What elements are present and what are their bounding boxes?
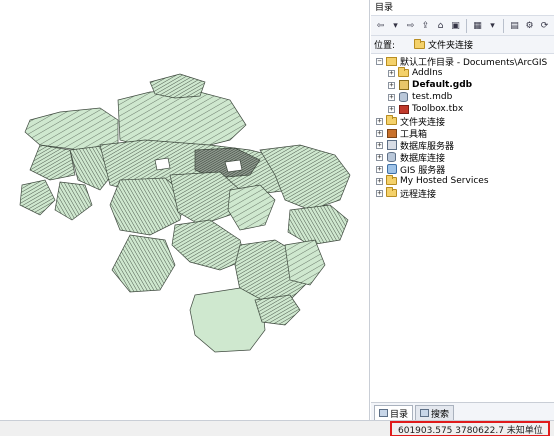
options-icon[interactable]: ⚙	[523, 19, 536, 32]
toolbox-icon	[386, 128, 397, 138]
expand-icon[interactable]: +	[388, 93, 395, 101]
gis-server-icon	[386, 164, 397, 174]
database-connection-icon	[386, 152, 397, 162]
tree-item-dbservers[interactable]: + 数据库服务器	[371, 139, 554, 152]
expand-icon[interactable]: +	[376, 177, 383, 185]
new-folder-icon[interactable]: ▤	[508, 19, 521, 32]
folder-connection-icon	[386, 115, 397, 126]
tree-item-label: test.mdb	[412, 92, 453, 102]
collapse-icon[interactable]: −	[376, 57, 383, 65]
expand-icon[interactable]: +	[376, 153, 383, 161]
tree-item-gisservers[interactable]: + GIS 服务器	[371, 163, 554, 176]
remote-connection-icon	[386, 187, 397, 198]
catalog-tabs: 目录 搜索	[371, 402, 554, 420]
parcel-block	[284, 239, 326, 286]
tree-item-remote[interactable]: + 远程连接	[371, 187, 554, 200]
expand-icon[interactable]: +	[376, 165, 383, 173]
parcel-block	[111, 234, 176, 293]
search-icon	[420, 409, 430, 417]
location-value: 文件夹连接	[428, 41, 474, 51]
tree-item-folderconn[interactable]: + 文件夹连接	[371, 115, 554, 128]
location-bar: 位置: 文件夹连接	[371, 36, 554, 54]
tree-item-hosted[interactable]: + My Hosted Services	[371, 175, 554, 187]
tab-label: 搜索	[431, 409, 450, 420]
view-toggle-icon[interactable]: ▦	[471, 19, 484, 32]
tree-item-testmdb[interactable]: + test.mdb	[371, 91, 554, 103]
toolbox-icon	[398, 104, 409, 114]
tab-search[interactable]: 搜索	[415, 405, 455, 420]
hosted-services-icon	[386, 175, 397, 186]
toolbar-divider	[466, 18, 467, 33]
dropdown-arrow-icon[interactable]: ▾	[389, 19, 402, 32]
home-folder-icon	[386, 56, 397, 66]
location-field[interactable]: 文件夹连接	[410, 37, 554, 52]
catalog-icon	[379, 409, 388, 417]
parcel-block	[149, 73, 206, 99]
toolbar-divider	[503, 18, 504, 33]
parcel-block	[287, 204, 349, 246]
parcel-block	[254, 294, 301, 326]
tree-item-dbconn[interactable]: + 数据库连接	[371, 151, 554, 164]
parcel-block	[24, 107, 119, 151]
location-label: 位置:	[374, 41, 396, 51]
parcel-block	[29, 144, 76, 181]
geodatabase-icon	[398, 80, 409, 90]
folder-icon	[398, 67, 409, 78]
catalog-tree[interactable]: − 默认工作目录 - Documents\ArcGIS + AddIns + D…	[371, 54, 554, 402]
expand-icon[interactable]: +	[376, 141, 383, 149]
parcel-block	[19, 179, 56, 216]
expand-icon[interactable]: +	[376, 189, 383, 197]
tree-item-tools[interactable]: + 工具箱	[371, 127, 554, 140]
refresh-icon[interactable]: ⟳	[538, 19, 551, 32]
forward-arrow-icon[interactable]: ⇨	[404, 19, 417, 32]
tree-item-defaultgdb[interactable]: + Default.gdb	[371, 79, 554, 91]
tree-item-label: My Hosted Services	[400, 176, 489, 186]
tree-item-label: AddIns	[412, 68, 443, 78]
tree-item-label: GIS 服务器	[400, 165, 446, 176]
view-dropdown-icon[interactable]: ▾	[486, 19, 499, 32]
personal-geodatabase-icon	[398, 92, 409, 102]
catalog-title: 目录	[371, 0, 554, 16]
database-server-icon	[386, 140, 397, 150]
tree-item-toolbox[interactable]: + Toolbox.tbx	[371, 103, 554, 115]
catalog-window: 目录 ⇦ ▾ ⇨ ⇪ ⌂ ▣ ▦ ▾ ▤ ⚙ ⟳ 位置: 文件夹连接 − 默认工…	[371, 0, 554, 420]
home-icon[interactable]: ⌂	[434, 19, 447, 32]
parcel-block	[154, 157, 171, 171]
tab-catalog[interactable]: 目录	[374, 405, 414, 420]
coordinate-readout: 601903.575 3780622.7 未知单位	[390, 421, 550, 436]
tree-item-addins[interactable]: + AddIns	[371, 67, 554, 79]
parcel-map[interactable]	[0, 0, 370, 420]
up-level-icon[interactable]: ⇪	[419, 19, 432, 32]
tree-item-label: 远程连接	[400, 189, 437, 200]
tree-item-home[interactable]: − 默认工作目录 - Documents\ArcGIS	[371, 55, 554, 68]
tree-item-label: Default.gdb	[412, 80, 473, 90]
expand-icon[interactable]: +	[376, 117, 383, 125]
expand-icon[interactable]: +	[376, 129, 383, 137]
expand-icon[interactable]: +	[388, 69, 395, 77]
tree-item-label: Toolbox.tbx	[412, 104, 464, 114]
parcel-block	[54, 181, 93, 221]
parcel-block	[224, 159, 243, 173]
expand-icon[interactable]: +	[388, 105, 395, 113]
back-arrow-icon[interactable]: ⇦	[374, 19, 387, 32]
map-view[interactable]	[0, 0, 370, 420]
tree-item-label: 默认工作目录 - Documents\ArcGIS	[400, 57, 548, 68]
catalog-toolbar: ⇦ ▾ ⇨ ⇪ ⌂ ▣ ▦ ▾ ▤ ⚙ ⟳	[371, 16, 554, 36]
connect-folder-icon[interactable]: ▣	[449, 19, 462, 32]
parcel-block	[189, 287, 266, 353]
parcel-block	[171, 219, 246, 271]
tab-label: 目录	[390, 409, 409, 420]
status-bar: 601903.575 3780622.7 未知单位	[0, 420, 554, 436]
folder-icon	[414, 38, 425, 49]
parcel-layer	[19, 73, 351, 353]
expand-icon[interactable]: +	[388, 81, 395, 89]
